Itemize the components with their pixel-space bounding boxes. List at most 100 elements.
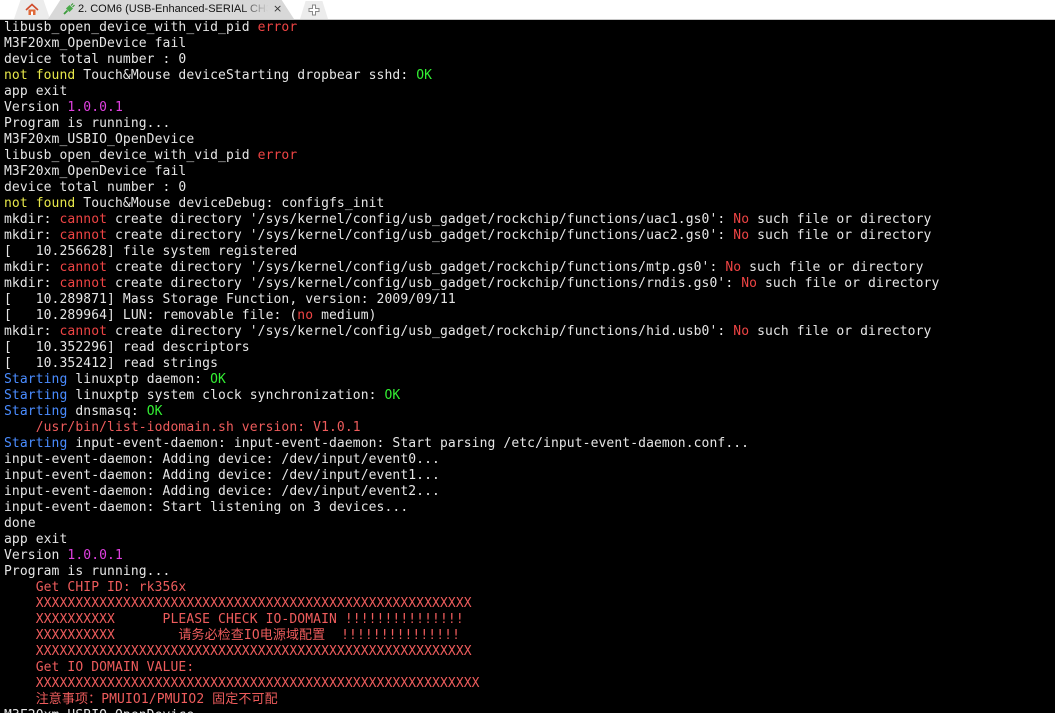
terminal-text: [ 10.289871] Mass Storage Function, vers…	[4, 292, 456, 307]
terminal-text: [ 10.256628] file system registered	[4, 244, 298, 259]
terminal-text: mkdir:	[4, 228, 60, 243]
terminal-text: No	[733, 212, 750, 227]
terminal-text: Program is running...	[4, 564, 171, 579]
terminal-line: M3F20xm_OpenDevice fail	[4, 164, 1055, 180]
terminal-line: device total number : 0	[4, 180, 1055, 196]
terminal-text: Version	[4, 100, 68, 115]
terminal-line: not found Touch&Mouse deviceDebug: confi…	[4, 196, 1055, 212]
terminal-text: libusb_open_device_with_vid_pid	[4, 148, 258, 163]
terminal-line: XXXXXXXXXXXXXXXXXXXXXXXXXXXXXXXXXXXXXXXX…	[4, 644, 1055, 660]
terminal-text: M3F20xm_OpenDevice fail	[4, 164, 187, 179]
terminal-line: XXXXXXXXXXXXXXXXXXXXXXXXXXXXXXXXXXXXXXXX…	[4, 676, 1055, 692]
terminal-text: cannot	[59, 324, 108, 339]
terminal-text: create directory '/sys/kernel/config/usb…	[107, 212, 734, 227]
terminal-text: create directory '/sys/kernel/config/usb…	[107, 228, 734, 243]
terminal-text: Starting	[4, 404, 68, 419]
terminal-text: XXXXXXXXXXXXXXXXXXXXXXXXXXXXXXXXXXXXXXXX…	[4, 644, 472, 659]
terminal-text: such file or directory	[749, 228, 932, 243]
terminal-text: error	[257, 148, 298, 163]
terminal-line: input-event-daemon: Start listening on 3…	[4, 500, 1055, 516]
terminal-line: mkdir: cannot create directory '/sys/ker…	[4, 212, 1055, 228]
terminal-text: mkdir:	[4, 276, 60, 291]
terminal-text: [ 10.289964] LUN: removable file: (	[4, 308, 298, 323]
terminal-line: libusb_open_device_with_vid_pid error	[4, 148, 1055, 164]
terminal-text: Starting	[4, 436, 68, 451]
terminal-line: XXXXXXXXXX 请务必检查IO电源域配置 !!!!!!!!!!!!!!!	[4, 628, 1055, 644]
terminal-text: Touch&Mouse deviceStarting dropbear sshd…	[75, 68, 417, 83]
terminal-text: linuxptp system clock synchronization:	[67, 388, 385, 403]
terminal-line: Get IO DOMAIN VALUE:	[4, 660, 1055, 676]
terminal-text: input-event-daemon: Start listening on 3…	[4, 500, 409, 515]
terminal-text: device total number : 0	[4, 180, 187, 195]
terminal-line: XXXXXXXXXXXXXXXXXXXXXXXXXXXXXXXXXXXXXXXX…	[4, 596, 1055, 612]
terminal-text: Starting	[4, 372, 68, 387]
terminal-text: No	[733, 228, 750, 243]
terminal-text: cannot	[59, 212, 108, 227]
tab-bar: 2. COM6 (USB-Enhanced-SERIAL CH343 (COM6…	[0, 0, 1055, 20]
terminal-line: Starting linuxptp system clock synchroni…	[4, 388, 1055, 404]
terminal-text: create directory '/sys/kernel/config/usb…	[107, 324, 734, 339]
terminal-output[interactable]: libusb_open_device_with_vid_pid error M3F…	[0, 20, 1055, 713]
terminal-line: [ 10.352412] read strings	[4, 356, 1055, 372]
terminal-text: input-event-daemon: Adding device: /dev/…	[4, 452, 440, 467]
terminal-text: Program is running...	[4, 116, 171, 131]
terminal-line: device total number : 0	[4, 52, 1055, 68]
new-tab-button[interactable]	[300, 1, 328, 19]
terminal-text: mkdir:	[4, 324, 60, 339]
terminal-text: No	[725, 260, 742, 275]
terminal-text: XXXXXXXXXXXXXXXXXXXXXXXXXXXXXXXXXXXXXXXX…	[4, 596, 472, 611]
terminal-text: input-event-daemon: Adding device: /dev/…	[4, 468, 440, 483]
terminal-text: dnsmasq:	[67, 404, 147, 419]
terminal-text: 1.0.0.1	[67, 100, 123, 115]
terminal-text: mkdir:	[4, 260, 60, 275]
terminal-line: input-event-daemon: Adding device: /dev/…	[4, 468, 1055, 484]
terminal-text: OK	[384, 388, 401, 403]
terminal-text: XXXXXXXXXX 请务必检查IO电源域配置 !!!!!!!!!!!!!!!	[4, 628, 460, 643]
close-icon[interactable]: ×	[273, 2, 282, 16]
terminal-line: Starting dnsmasq: OK	[4, 404, 1055, 420]
terminal-line: app exit	[4, 84, 1055, 100]
terminal-line: Program is running...	[4, 564, 1055, 580]
terminal-line: libusb_open_device_with_vid_pid error	[4, 20, 1055, 36]
terminal-text: No	[733, 324, 750, 339]
terminal-text: M3F20xm_OpenDevice fail	[4, 36, 187, 51]
terminal-text: 注意事项：PMUIO1/PMUIO2 固定不可配	[4, 692, 278, 707]
terminal-text: app exit	[4, 532, 68, 547]
terminal-text: No	[741, 276, 758, 291]
terminal-line: input-event-daemon: Adding device: /dev/…	[4, 452, 1055, 468]
session-tab-title: 2. COM6 (USB-Enhanced-SERIAL CH343 (COM6…	[78, 3, 268, 15]
session-tab[interactable]: 2. COM6 (USB-Enhanced-SERIAL CH343 (COM6…	[48, 0, 294, 19]
terminal-line: mkdir: cannot create directory '/sys/ker…	[4, 276, 1055, 292]
terminal-line: Version 1.0.0.1	[4, 548, 1055, 564]
terminal-text: error	[257, 20, 298, 35]
terminal-line: M3F20xm_USBIO_OpenDevice	[4, 708, 1055, 713]
terminal-text: OK	[416, 68, 433, 83]
terminal-text: cannot	[59, 260, 108, 275]
terminal-text: linuxptp daemon:	[67, 372, 211, 387]
terminal-line: app exit	[4, 532, 1055, 548]
terminal-line: mkdir: cannot create directory '/sys/ker…	[4, 228, 1055, 244]
terminal-text: cannot	[59, 228, 108, 243]
terminal-text: input-event-daemon: input-event-daemon: …	[67, 436, 750, 451]
home-tab[interactable]	[14, 0, 50, 19]
terminal-text: such file or directory	[741, 260, 924, 275]
terminal-text: 1.0.0.1	[67, 548, 123, 563]
terminal-text: device total number : 0	[4, 52, 187, 67]
terminal-text: /usr/bin/list-iodomain.sh version: V1.0.…	[4, 420, 361, 435]
terminal-text: M3F20xm_USBIO_OpenDevice	[4, 132, 195, 147]
terminal-text: no	[297, 308, 314, 323]
terminal-text: Get CHIP ID: rk356x	[4, 580, 187, 595]
terminal-text: OK	[146, 404, 163, 419]
terminal-line: mkdir: cannot create directory '/sys/ker…	[4, 260, 1055, 276]
plug-icon	[63, 3, 75, 15]
terminal-text: XXXXXXXXXX PLEASE CHECK IO-DOMAIN !!!!!!…	[4, 612, 464, 627]
terminal-line: Starting input-event-daemon: input-event…	[4, 436, 1055, 452]
terminal-line: XXXXXXXXXX PLEASE CHECK IO-DOMAIN !!!!!!…	[4, 612, 1055, 628]
terminal-lines: libusb_open_device_with_vid_pid error M3F…	[0, 20, 1055, 713]
terminal-line: done	[4, 516, 1055, 532]
terminal-text: M3F20xm_USBIO_OpenDevice	[4, 708, 194, 713]
home-icon	[25, 3, 39, 15]
terminal-text: such file or directory	[749, 324, 932, 339]
terminal-line: Program is running...	[4, 116, 1055, 132]
terminal-text: done	[4, 516, 36, 531]
